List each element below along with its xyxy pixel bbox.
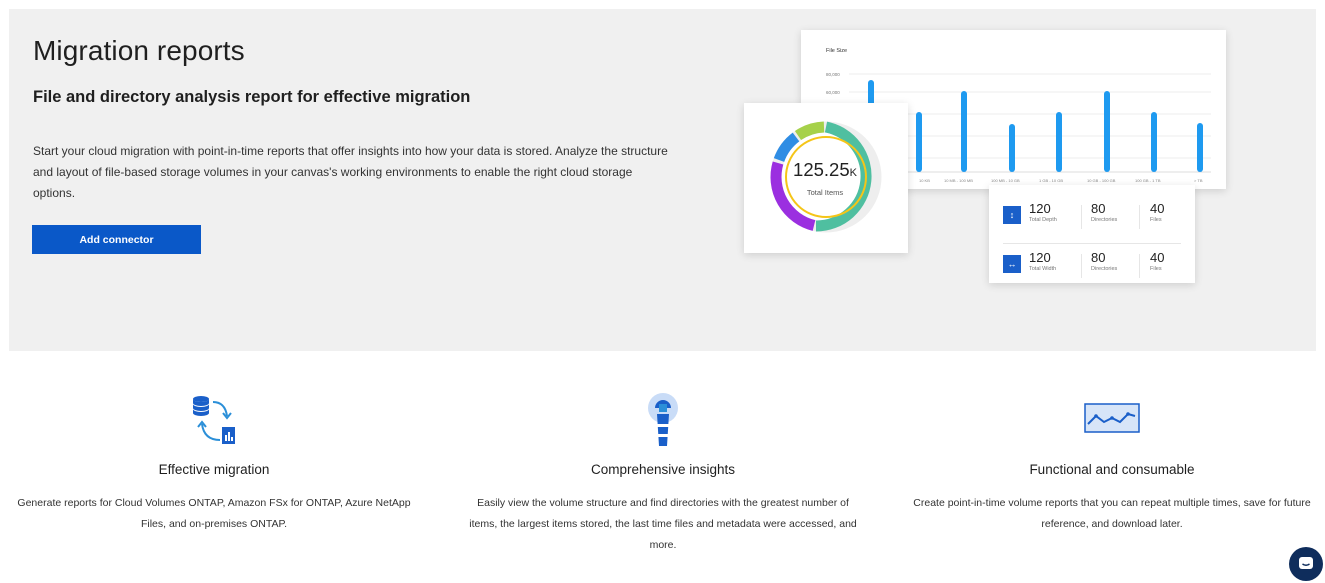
divider — [1081, 205, 1082, 229]
chart-bar — [1104, 91, 1110, 172]
stats-card: ↕ 120 Total Depth 80 Directories 40 File… — [989, 185, 1195, 283]
stat-value: 80 — [1091, 201, 1106, 216]
x-tick-label: 100 MB - 10 GB — [991, 178, 1020, 183]
feature-title: Effective migration — [158, 462, 270, 477]
chart-bar — [1009, 124, 1015, 172]
stat-label: Total Depth — [1029, 217, 1057, 223]
hero-description: Start your cloud migration with point-in… — [33, 144, 668, 200]
chart-bar — [1056, 112, 1062, 172]
stat-value: 120 — [1029, 250, 1051, 265]
donut-segment — [794, 121, 825, 141]
stat-value: 80 — [1091, 250, 1106, 265]
feature-description: Easily view the volume structure and fin… — [469, 497, 857, 551]
database-sync-icon — [193, 396, 235, 444]
donut-segment — [773, 132, 800, 163]
stat-label: Files — [1150, 217, 1162, 223]
stat-total-depth: 120 Total Depth — [1029, 201, 1057, 223]
x-tick-label: 10 MB - 100 MB — [944, 178, 973, 183]
stat-label: Files — [1150, 266, 1162, 272]
stats-row: ↔ 120 Total Width 80 Directories 40 File… — [989, 248, 1195, 288]
stat-value: 40 — [1150, 250, 1165, 265]
hero-subtitle: File and directory analysis report for e… — [33, 88, 471, 106]
chat-button[interactable] — [1289, 547, 1323, 581]
stat-files: 40 Files — [1150, 250, 1164, 272]
feature-description: Generate reports for Cloud Volumes ONTAP… — [17, 497, 411, 530]
x-tick-label: 10 KB — [919, 178, 930, 183]
divider — [1081, 254, 1082, 278]
feature-comprehensive-insights: Comprehensive insights Easily view the v… — [458, 390, 868, 551]
horizontal-arrows-icon: ↔ — [1003, 255, 1021, 273]
stat-label: Directories — [1091, 266, 1118, 272]
chart-bar — [961, 91, 967, 172]
stat-value: 120 — [1029, 201, 1051, 216]
feature-effective-migration: Effective migration Generate reports for… — [9, 390, 419, 530]
page-title: Migration reports — [33, 35, 245, 66]
hero-banner: Migration reports File and directory ana… — [9, 9, 1316, 351]
stat-label: Directories — [1091, 217, 1118, 223]
feature-functional-consumable: Functional and consumable Create point-i… — [907, 390, 1317, 530]
total-items-value: 125.25K — [793, 159, 857, 180]
stat-files: 40 Files — [1150, 201, 1164, 223]
chat-icon — [1299, 557, 1313, 569]
total-items-unit: K — [849, 167, 857, 179]
add-connector-button[interactable]: Add connector — [32, 225, 201, 254]
vertical-arrows-icon: ↕ — [1003, 206, 1021, 224]
chart-bar — [1151, 112, 1157, 172]
stat-value: 40 — [1150, 201, 1165, 216]
y-tick-label: 80,000 — [826, 72, 840, 77]
x-tick-label: 1 GB - 10 GB — [1039, 178, 1063, 183]
stats-row: ↕ 120 Total Depth 80 Directories 40 File… — [989, 199, 1195, 239]
total-items-donut-card: 125.25K Total Items — [744, 103, 908, 253]
divider — [1139, 254, 1140, 278]
feature-description: Create point-in-time volume reports that… — [913, 497, 1311, 530]
stat-directories: 80 Directories — [1091, 201, 1117, 223]
feature-title: Functional and consumable — [1029, 462, 1195, 477]
line-chart-icon — [1084, 403, 1140, 433]
lighthouse-icon — [648, 393, 678, 446]
divider — [1139, 205, 1140, 229]
chart-bar — [1197, 123, 1203, 172]
stat-label: Total Width — [1029, 266, 1057, 272]
x-tick-label: 100 GB - 1 TB — [1135, 178, 1161, 183]
total-items-label: Total Items — [806, 188, 844, 197]
chart-bar — [916, 112, 922, 172]
x-tick-label: > TB — [1194, 178, 1203, 183]
feature-title: Comprehensive insights — [590, 462, 736, 477]
y-tick-label: 60,000 — [826, 90, 840, 95]
chart-title: File Size — [826, 48, 847, 54]
divider — [1003, 243, 1181, 244]
x-tick-label: 10 GB - 100 GB — [1087, 178, 1116, 183]
stat-directories: 80 Directories — [1091, 250, 1117, 272]
stat-total-width: 120 Total Width — [1029, 250, 1056, 272]
